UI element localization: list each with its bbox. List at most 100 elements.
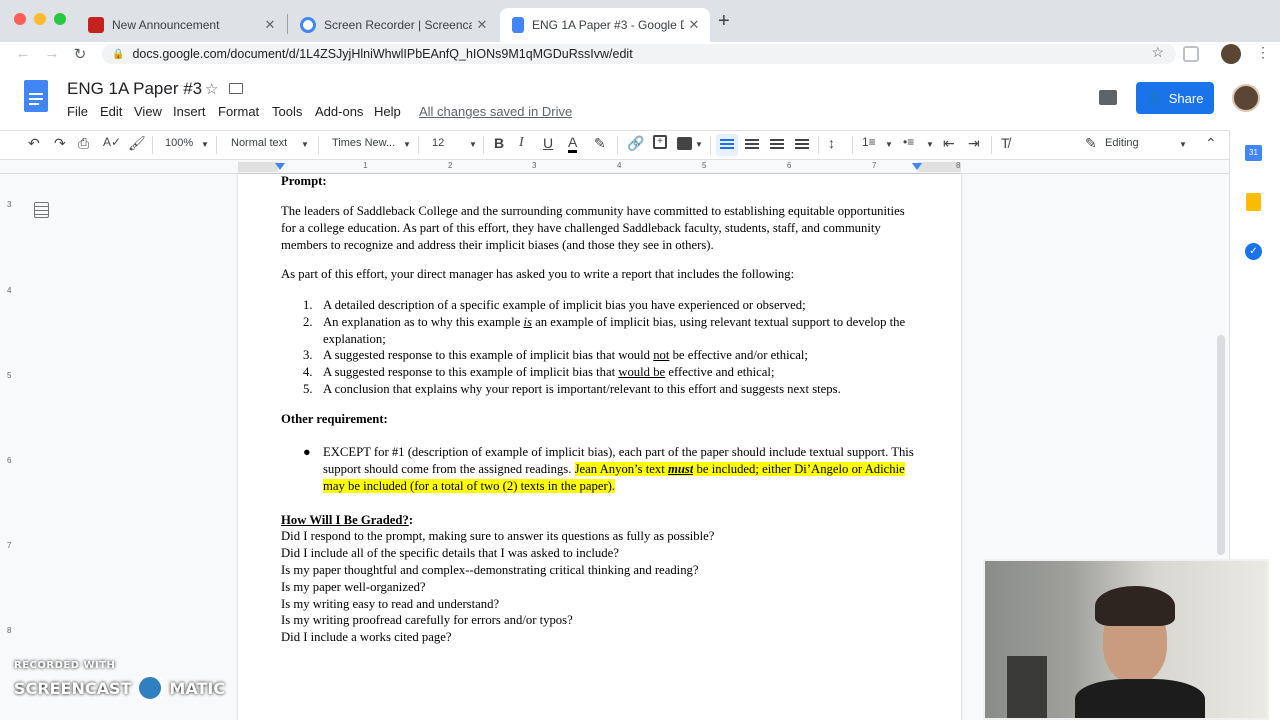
link-icon[interactable]: 🔗: [627, 135, 644, 152]
toolbar-divider: [318, 136, 319, 154]
close-window-button[interactable]: [14, 13, 26, 25]
webcam-overlay: [983, 559, 1269, 720]
insert-image-icon[interactable]: [677, 137, 692, 150]
left-indent-marker[interactable]: [275, 163, 285, 170]
browser-tab-google-docs[interactable]: ENG 1A Paper #3 - Google Docs ✕: [500, 8, 710, 42]
browser-tab-screencast[interactable]: Screen Recorder | Screencast-O ✕: [288, 8, 498, 42]
redo-icon[interactable]: ↷: [54, 135, 66, 152]
keep-icon[interactable]: [1246, 193, 1261, 211]
account-avatar[interactable]: [1232, 84, 1260, 112]
increase-indent-icon[interactable]: ⇥: [968, 135, 980, 152]
comment-history-icon[interactable]: [1099, 90, 1117, 105]
save-status[interactable]: All changes saved in Drive: [419, 104, 572, 119]
align-right-icon[interactable]: [770, 139, 784, 151]
reload-button[interactable]: ↻: [71, 45, 89, 63]
list-number: 1.: [303, 298, 313, 312]
calendar-icon[interactable]: 31: [1245, 145, 1262, 161]
task-paragraph: As part of this effort, your direct mana…: [281, 267, 795, 281]
vertical-ruler-number: 5: [7, 371, 12, 380]
share-label: Share: [1168, 90, 1204, 106]
close-tab-icon[interactable]: ✕: [472, 17, 492, 33]
decrease-indent-icon[interactable]: ⇤: [943, 135, 955, 152]
presenter-hair: [1095, 586, 1175, 626]
menu-insert[interactable]: Insert: [173, 104, 206, 119]
bold-icon[interactable]: B: [494, 135, 504, 151]
prompt-heading: Prompt:: [281, 174, 327, 188]
toolbar-divider: [152, 136, 153, 154]
back-button[interactable]: ←: [14, 45, 32, 62]
undo-icon[interactable]: ↶: [28, 135, 40, 152]
line-spacing-icon[interactable]: ↕: [828, 135, 835, 151]
bulleted-list-icon[interactable]: •≡: [903, 135, 914, 149]
chevron-down-icon: ▼: [885, 140, 893, 149]
watermark-recorded-with: RECORDED WITH: [14, 660, 116, 671]
right-indent-marker[interactable]: [912, 163, 922, 170]
font-select[interactable]: Times New...: [332, 137, 395, 149]
font-size-select[interactable]: 12: [432, 137, 444, 149]
move-folder-icon[interactable]: [229, 83, 243, 94]
vertical-ruler-number: 8: [7, 626, 12, 635]
chrome-menu-icon[interactable]: ⋮: [1256, 44, 1270, 61]
grading-question: Is my writing easy to read and understan…: [281, 597, 500, 611]
menu-file[interactable]: File: [67, 104, 88, 119]
list-item: A detailed description of a specific exa…: [323, 298, 806, 312]
address-bar[interactable]: 🔒 docs.google.com/document/d/1L4ZSJyjHln…: [102, 44, 1176, 64]
clear-formatting-icon[interactable]: T̸: [1001, 135, 1010, 151]
menu-view[interactable]: View: [134, 104, 162, 119]
forward-button[interactable]: →: [43, 45, 61, 62]
new-tab-button[interactable]: +: [718, 10, 730, 33]
align-left-button[interactable]: [716, 134, 738, 156]
star-icon[interactable]: ☆: [205, 80, 218, 98]
ruler-number: 5: [702, 161, 707, 170]
ruler-number: 4: [617, 161, 622, 170]
pencil-icon: ✎: [1085, 135, 1097, 151]
list-number: 5.: [303, 382, 313, 396]
insert-comment-icon[interactable]: +: [653, 135, 667, 149]
scrollbar[interactable]: [1217, 335, 1225, 555]
close-tab-icon[interactable]: ✕: [684, 17, 704, 33]
text-color-icon[interactable]: A: [568, 135, 578, 153]
style-select[interactable]: Normal text: [231, 137, 287, 149]
menu-help[interactable]: Help: [374, 104, 401, 119]
extension-icon[interactable]: [1183, 46, 1199, 62]
docs-logo-icon[interactable]: [24, 80, 48, 112]
bookmark-star-icon[interactable]: ☆: [1151, 44, 1164, 61]
numbered-list-icon[interactable]: 1≡: [862, 135, 876, 149]
editing-mode-select[interactable]: Editing: [1105, 137, 1139, 149]
collapse-menu-icon[interactable]: ⌃: [1205, 135, 1217, 152]
people-icon: 👤: [1146, 90, 1163, 105]
minimize-window-button[interactable]: [34, 13, 46, 25]
grading-question: Is my paper well-organized?: [281, 580, 426, 594]
maximize-window-button[interactable]: [54, 13, 66, 25]
menu-addons[interactable]: Add-ons: [315, 104, 363, 119]
profile-avatar[interactable]: [1221, 44, 1241, 64]
close-tab-icon[interactable]: ✕: [260, 17, 280, 33]
docs-header: [0, 68, 1280, 130]
watermark-brand: SCREENCAST MATIC: [14, 673, 225, 703]
bullet-icon: ●: [303, 445, 311, 459]
share-button[interactable]: 👤 Share: [1136, 82, 1214, 114]
toolbar-divider: [483, 136, 484, 154]
canvas-favicon-icon: [88, 17, 104, 33]
spellcheck-icon[interactable]: A✓: [103, 135, 121, 149]
justify-icon[interactable]: [795, 139, 809, 151]
align-center-icon[interactable]: [745, 139, 759, 151]
url-text: docs.google.com/document/d/1L4ZSJyjHlniW…: [132, 47, 633, 61]
menu-format[interactable]: Format: [218, 104, 259, 119]
zoom-select[interactable]: 100%: [165, 137, 193, 149]
tab-title: ENG 1A Paper #3 - Google Docs: [532, 18, 684, 32]
vertical-ruler-number: 4: [7, 286, 12, 295]
print-icon[interactable]: ⎙: [78, 135, 89, 152]
highlight-icon[interactable]: ✎: [594, 135, 606, 152]
underline-icon[interactable]: U: [543, 135, 553, 151]
document-outline-icon[interactable]: [34, 202, 49, 218]
bookshelf: [1007, 656, 1047, 718]
paint-format-icon[interactable]: 🖌: [128, 135, 146, 152]
tasks-icon[interactable]: ✓: [1245, 243, 1262, 260]
ruler-number: 2: [448, 161, 453, 170]
italic-icon[interactable]: I: [519, 135, 524, 151]
browser-tab-announcement[interactable]: New Announcement ✕: [76, 8, 286, 42]
menu-edit[interactable]: Edit: [100, 104, 122, 119]
menu-tools[interactable]: Tools: [272, 104, 302, 119]
document-title[interactable]: ENG 1A Paper #3: [67, 79, 202, 99]
